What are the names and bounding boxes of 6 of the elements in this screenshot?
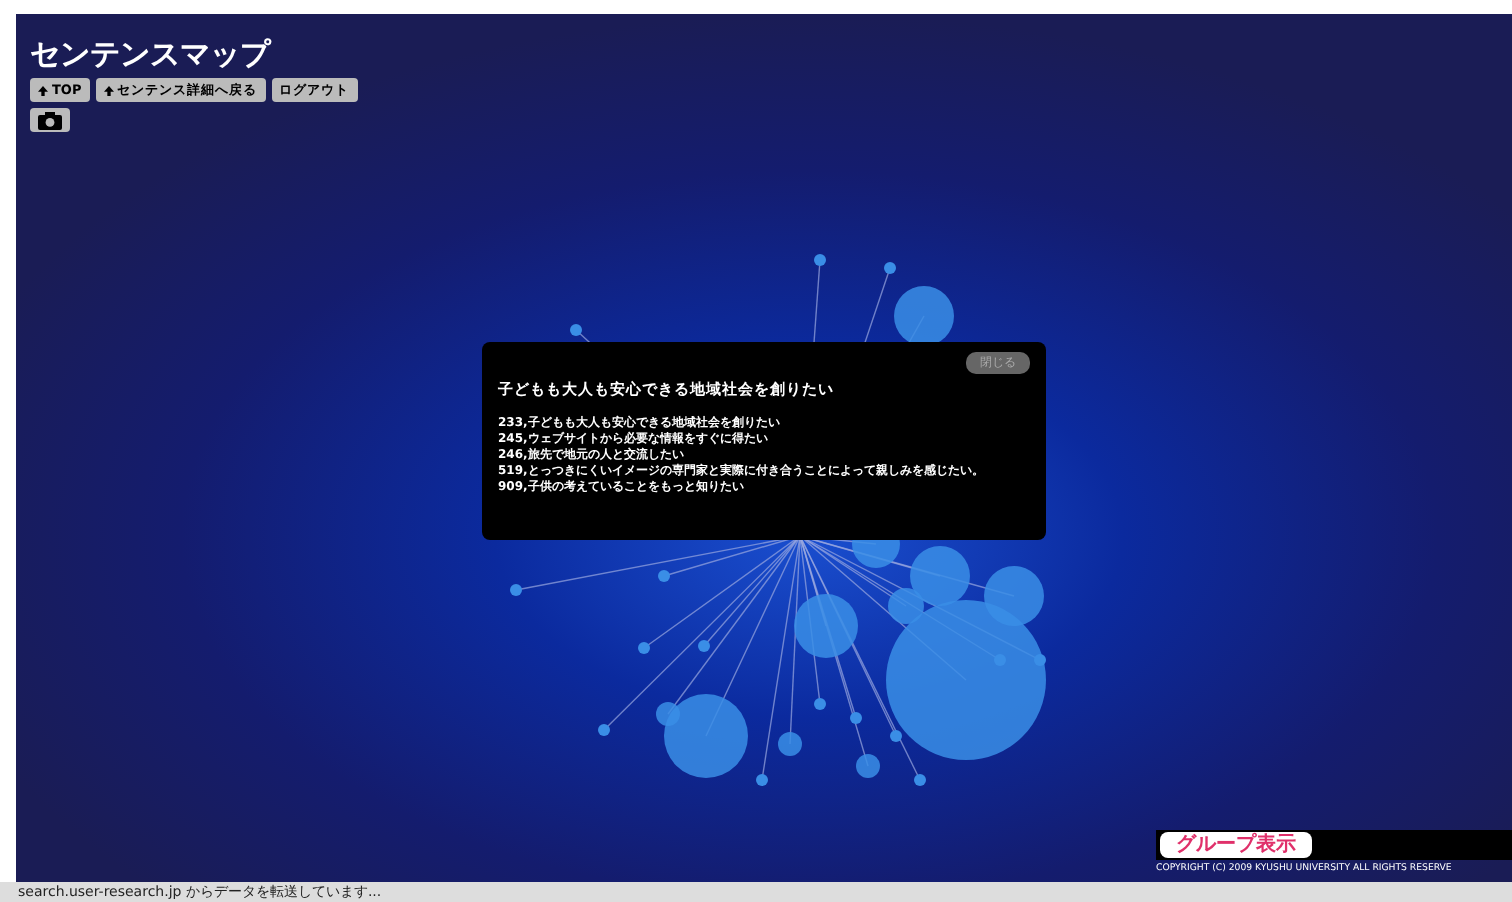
camera-icon	[38, 111, 62, 129]
page-title: センテンスマップ	[30, 36, 270, 72]
arrow-up-icon	[103, 85, 114, 95]
arrow-up-icon	[38, 85, 48, 95]
group-button[interactable]: グループ表示	[1160, 832, 1312, 858]
camera-button[interactable]	[30, 108, 70, 132]
